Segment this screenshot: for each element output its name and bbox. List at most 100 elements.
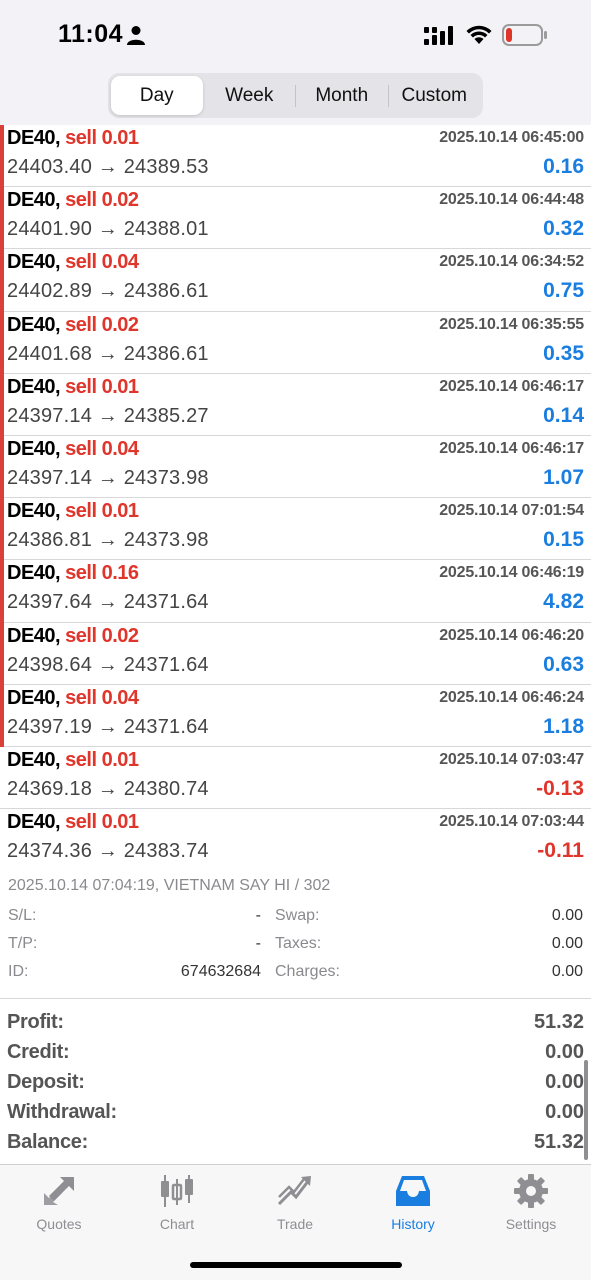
trade-side: sell 0.02	[65, 313, 139, 336]
trade-row[interactable]: DE40, sell 0.04 2025.10.14 06:34:52 2440…	[0, 249, 591, 312]
trade-symbol: DE40,	[7, 748, 61, 771]
history-icon	[396, 1176, 430, 1206]
trade-details-header: 2025.10.14 07:04:19, VIETNAM SAY HI / 30…	[8, 877, 331, 894]
trade-symbol: DE40,	[7, 127, 61, 149]
trade-date: 2025.10.14 06:46:17	[439, 377, 584, 395]
trade-icon	[277, 1176, 311, 1206]
trade-side: sell 0.01	[65, 127, 139, 149]
trade-date: 2025.10.14 06:46:17	[439, 439, 584, 457]
trade-date: 2025.10.14 06:46:24	[439, 688, 584, 706]
trade-profit: 0.63	[543, 652, 584, 676]
period-custom-button[interactable]: Custom	[389, 76, 481, 115]
trade-side: sell 0.04	[65, 437, 139, 460]
trade-side: sell 0.01	[65, 748, 139, 771]
trade-row[interactable]: DE40, sell 0.04 2025.10.14 06:46:24 2439…	[0, 684, 591, 748]
trade-prices: 24374.36 → 24383.74	[7, 840, 209, 863]
taxes-value: 0.00	[551, 935, 583, 952]
scrollbar[interactable]	[584, 1060, 588, 1160]
id-label: ID:	[8, 963, 29, 980]
trade-symbol: DE40,	[7, 500, 61, 523]
tab-trade[interactable]: Trade	[236, 1173, 354, 1235]
home-indicator	[190, 1262, 402, 1268]
chart-icon	[161, 1175, 193, 1207]
trade-profit: 0.15	[543, 528, 584, 552]
period-segmented-control: Day Week Month Custom	[108, 73, 483, 118]
trade-symbol: DE40,	[7, 189, 61, 212]
trade-date: 2025.10.14 06:35:55	[439, 315, 584, 333]
trade-date: 2025.10.14 06:34:52	[439, 253, 584, 271]
tab-label: Chart	[159, 1216, 195, 1232]
trade-row[interactable]: DE40, sell 0.01 2025.10.14 07:03:47 2436…	[0, 747, 591, 810]
trade-date: 2025.10.14 06:46:19	[439, 564, 584, 582]
trade-date: 2025.10.14 07:01:54	[439, 502, 584, 520]
tab-history[interactable]: History	[354, 1173, 472, 1235]
sl-label: S/L:	[8, 907, 37, 924]
summary-row-deposit: Deposit: 0.00	[7, 1071, 584, 1101]
charges-label: Charges:	[275, 963, 340, 980]
trade-prices: 24403.40 → 24389.53	[7, 156, 209, 178]
trade-prices: 24397.19 → 24371.64	[7, 715, 209, 738]
trade-side: sell 0.01	[65, 811, 139, 834]
trade-row[interactable]: DE40, sell 0.16 2025.10.14 06:46:19 2439…	[0, 560, 591, 623]
period-day-button[interactable]: Day	[111, 76, 203, 115]
trade-row[interactable]: DE40, sell 0.01 2025.10.14 06:46:17 2439…	[0, 373, 591, 437]
tab-label: Trade	[276, 1216, 314, 1232]
trade-side: sell 0.04	[65, 686, 139, 709]
trade-profit: -0.11	[537, 839, 584, 863]
tp-value: -	[255, 935, 261, 952]
trade-profit: 0.14	[543, 403, 584, 427]
summary-value: 51.32	[533, 1011, 584, 1033]
trade-prices: 24386.81 → 24373.98	[7, 529, 209, 552]
summary-label: Balance:	[7, 1131, 88, 1153]
trade-symbol: DE40,	[7, 811, 61, 834]
trade-date: 2025.10.14 06:46:20	[439, 626, 584, 644]
tab-label: Settings	[505, 1216, 557, 1232]
wifi-icon	[466, 25, 492, 44]
id-value: 674632684	[180, 963, 261, 980]
trade-profit: 0.75	[543, 279, 584, 303]
cellular-signal-icon	[424, 26, 453, 45]
tab-settings[interactable]: Settings	[472, 1173, 590, 1235]
trade-row[interactable]: DE40, sell 0.02 2025.10.14 06:46:20 2439…	[0, 622, 591, 685]
tp-label: T/P:	[8, 935, 38, 952]
tab-chart[interactable]: Chart	[118, 1173, 236, 1235]
summary-row-profit: Profit: 51.32	[7, 1011, 584, 1041]
summary-value: 0.00	[545, 1071, 584, 1093]
trade-profit: 0.16	[543, 155, 584, 178]
trade-history-list: DE40, sell 0.01 2025.10.14 06:45:00 2440…	[0, 125, 591, 872]
status-time: 11:04	[58, 20, 124, 48]
trade-date: 2025.10.14 07:03:44	[439, 813, 584, 831]
summary-row-withdrawal: Withdrawal: 0.00	[7, 1101, 584, 1131]
trade-symbol: DE40,	[7, 251, 61, 274]
trade-symbol: DE40,	[7, 313, 61, 336]
trade-side: sell 0.02	[65, 624, 139, 647]
trade-date: 2025.10.14 07:03:47	[439, 750, 584, 768]
trade-profit: 4.82	[543, 590, 584, 614]
summary-row-credit: Credit: 0.00	[7, 1041, 584, 1071]
trade-row[interactable]: DE40, sell 0.04 2025.10.14 06:46:17 2439…	[0, 435, 591, 499]
trade-symbol: DE40,	[7, 624, 61, 647]
trade-row[interactable]: DE40, sell 0.02 2025.10.14 06:35:55 2440…	[0, 311, 591, 374]
summary-value: 51.32	[533, 1131, 584, 1153]
quotes-icon	[44, 1177, 74, 1205]
trade-prices: 24397.14 → 24373.98	[7, 466, 209, 489]
trade-profit: 1.07	[543, 465, 584, 489]
trade-side: sell 0.02	[65, 189, 139, 212]
trade-row[interactable]: DE40, sell 0.01 2025.10.14 07:01:54 2438…	[0, 498, 591, 561]
trade-details-panel: 2025.10.14 07:04:19, VIETNAM SAY HI / 30…	[0, 871, 591, 998]
trade-prices: 24401.90 → 24388.01	[7, 218, 209, 241]
tab-label: Quotes	[36, 1216, 82, 1232]
period-week-button[interactable]: Week	[204, 76, 296, 115]
charges-value: 0.00	[551, 963, 583, 980]
trade-row[interactable]: DE40, sell 0.01 2025.10.14 06:45:00 2440…	[0, 125, 591, 188]
trade-row[interactable]: DE40, sell 0.02 2025.10.14 06:44:48 2440…	[0, 187, 591, 250]
period-month-button[interactable]: Month	[296, 76, 388, 115]
person-icon	[127, 26, 145, 45]
trade-row[interactable]: DE40, sell 0.01 2025.10.14 07:03:44 2437…	[0, 809, 591, 871]
tab-quotes[interactable]: Quotes	[0, 1173, 118, 1235]
tab-label: History	[391, 1216, 435, 1232]
trade-prices: 24397.64 → 24371.64	[7, 591, 209, 614]
status-bar: 11:04	[0, 0, 591, 70]
trade-symbol: DE40,	[7, 686, 61, 709]
trade-date: 2025.10.14 06:45:00	[439, 129, 584, 146]
